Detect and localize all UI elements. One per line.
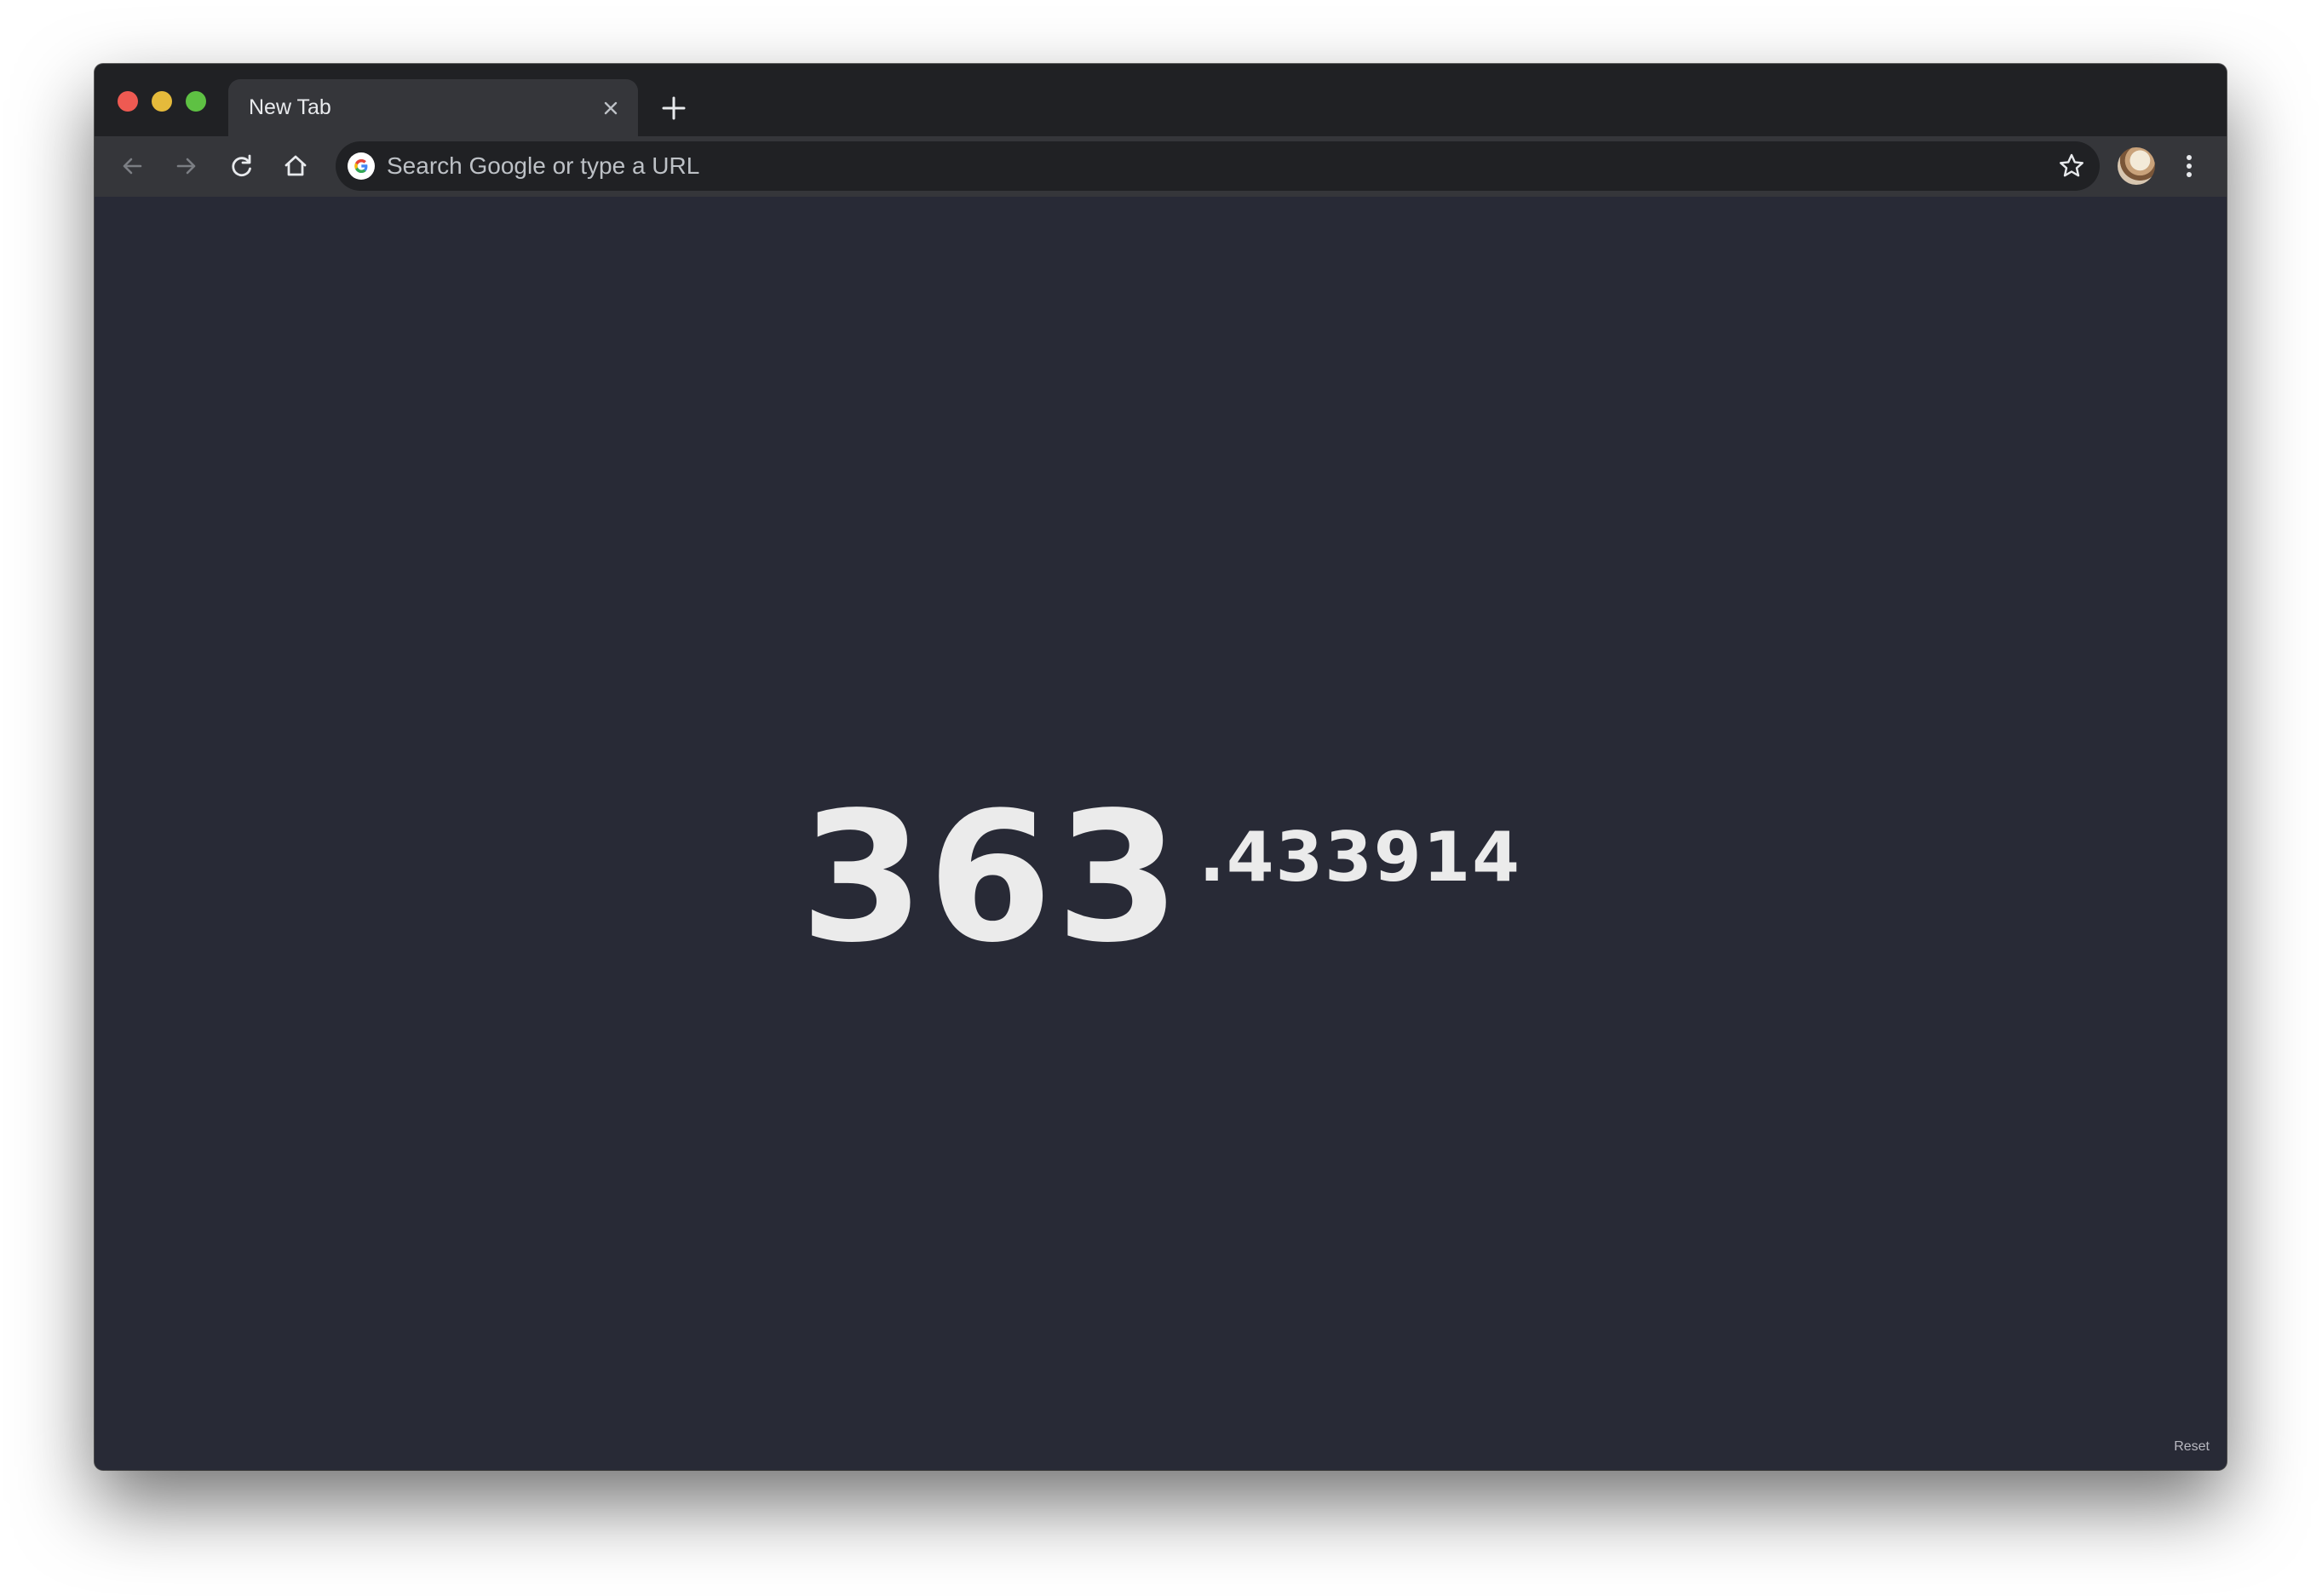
google-icon [348, 152, 375, 180]
page-content: 363.433914 Reset [95, 197, 2227, 1470]
plus-icon[interactable] [660, 95, 687, 122]
close-icon[interactable] [599, 96, 623, 120]
forward-arrow-icon[interactable] [170, 150, 203, 182]
toolbar [95, 136, 2227, 197]
zoom-window-button[interactable] [186, 91, 206, 112]
reset-link[interactable]: Reset [2174, 1439, 2210, 1455]
tab-new-tab[interactable]: New Tab [228, 79, 638, 136]
age-fraction: .433914 [1198, 818, 1521, 897]
address-bar[interactable] [336, 141, 2100, 191]
more-vertical-icon[interactable] [2172, 149, 2206, 183]
close-window-button[interactable] [118, 91, 138, 112]
profile-avatar[interactable] [2118, 147, 2155, 185]
age-display: 363.433914 [95, 773, 2227, 982]
age-integer: 363 [800, 773, 1184, 982]
star-icon[interactable] [2057, 152, 2086, 181]
minimize-window-button[interactable] [152, 91, 172, 112]
browser-window: New Tab Search Google or type a URL 363 … [95, 64, 2227, 1470]
reload-icon[interactable] [226, 150, 258, 182]
title-bar: New Tab [95, 64, 2227, 136]
search-input[interactable] [387, 141, 2005, 191]
back-arrow-icon[interactable] [116, 150, 148, 182]
tab-title: New Tab [249, 95, 331, 119]
home-icon[interactable] [279, 150, 312, 182]
